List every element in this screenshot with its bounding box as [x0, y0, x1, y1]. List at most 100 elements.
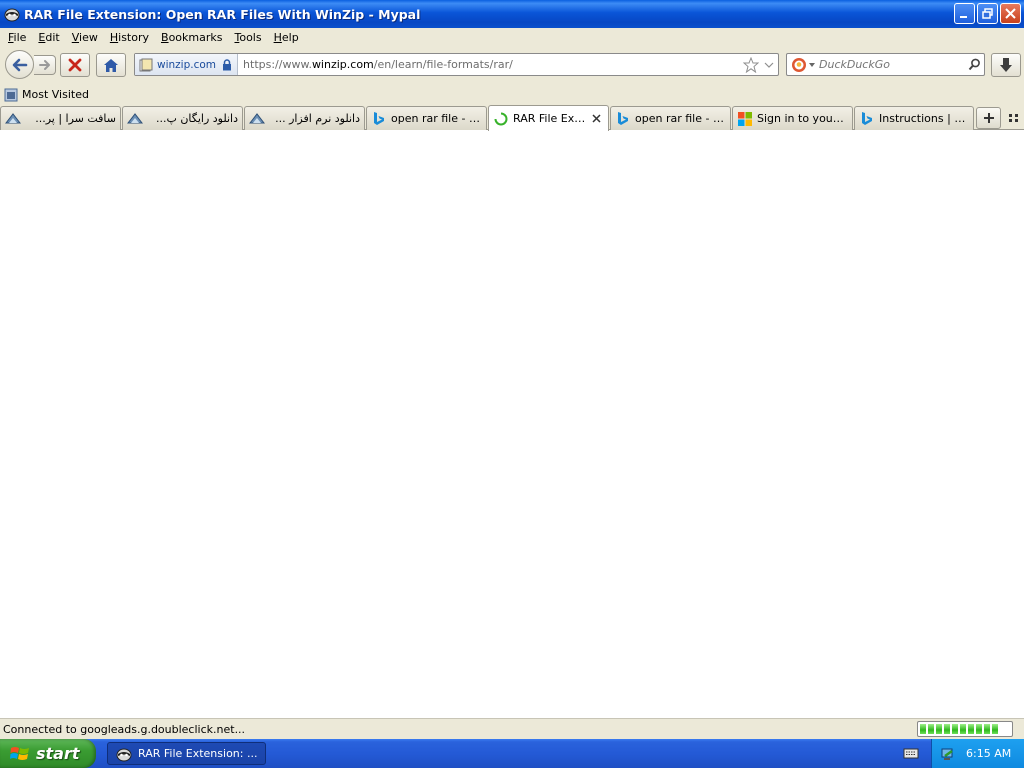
progress-block	[984, 724, 990, 734]
site-favicon	[5, 111, 21, 127]
progress-block	[944, 724, 950, 734]
close-window-button[interactable]	[1000, 3, 1021, 24]
progress-block	[968, 724, 974, 734]
window-controls	[954, 3, 1021, 24]
menu-bar: File Edit View History Bookmarks Tools H…	[0, 28, 1024, 46]
stop-button[interactable]	[60, 53, 90, 77]
site-favicon	[127, 111, 143, 127]
taskbar-window-button[interactable]: RAR File Extension: ...	[107, 742, 266, 765]
search-bar[interactable]	[786, 53, 985, 76]
page-favicon-icon	[139, 58, 153, 71]
status-bar: Connected to googleads.g.doubleclick.net…	[0, 718, 1024, 739]
tab-open-rar-search-1[interactable]: open rar file - Se...	[366, 106, 487, 130]
url-text[interactable]: https://www.winzip.com/en/learn/file-for…	[238, 58, 742, 71]
chevron-down-icon	[764, 62, 774, 68]
windows-logo-icon	[10, 746, 29, 760]
minimize-icon	[960, 16, 967, 18]
url-host: winzip.com	[311, 58, 374, 71]
progress-block	[976, 724, 982, 734]
progress-block	[936, 724, 942, 734]
forward-arrow-icon	[38, 60, 50, 70]
start-button[interactable]: start	[0, 739, 96, 768]
system-tray: 6:15 AM	[931, 739, 1024, 768]
bookmark-most-visited[interactable]: Most Visited	[4, 88, 89, 102]
navigation-toolbar: winzip.com https://www.winzip.com/en/lea…	[0, 46, 1024, 84]
menu-view[interactable]: View	[66, 31, 104, 44]
taskbar-window-label: RAR File Extension: ...	[138, 747, 258, 760]
tab-instructions[interactable]: Instructions | Ste...	[854, 106, 974, 130]
close-tab-button[interactable]	[592, 112, 604, 126]
tab-free-download[interactable]: دانلود رایگان پ...	[122, 106, 243, 130]
progress-block	[992, 724, 998, 734]
tab-sign-in-microsoft[interactable]: Sign in to your Mi...	[732, 106, 853, 130]
tab-label: Instructions | Ste...	[879, 112, 969, 125]
site-favicon	[249, 111, 265, 127]
bing-icon	[615, 111, 631, 127]
url-history-dropdown[interactable]	[760, 61, 778, 69]
windows-taskbar: start RAR File Extension: ... 6:15 AM	[0, 739, 1024, 768]
tab-label: سافت سرا | پر...	[35, 112, 116, 125]
bing-icon	[859, 111, 875, 127]
url-path: /en/learn/file-formats/rar/	[373, 58, 513, 71]
menu-history[interactable]: History	[104, 31, 155, 44]
window-titlebar[interactable]: RAR File Extension: Open RAR Files With …	[0, 0, 1024, 28]
new-tab-button[interactable]	[976, 107, 1001, 129]
menu-bookmarks[interactable]: Bookmarks	[155, 31, 228, 44]
grid-icon	[1009, 114, 1018, 122]
menu-help[interactable]: Help	[268, 31, 305, 44]
tab-rar-file-extension[interactable]: RAR File Exte...	[488, 105, 609, 131]
forward-button[interactable]	[34, 55, 56, 75]
menu-tools[interactable]: Tools	[228, 31, 267, 44]
close-icon	[592, 113, 601, 123]
tab-softsara[interactable]: سافت سرا | پر...	[0, 106, 121, 130]
tab-open-rar-search-2[interactable]: open rar file - Se...	[610, 106, 731, 130]
restore-button[interactable]	[977, 3, 998, 24]
search-engine-selector[interactable]	[787, 57, 819, 73]
home-button[interactable]	[96, 53, 126, 77]
search-go-button[interactable]	[964, 58, 984, 71]
tab-strip: سافت سرا | پر... دانلود رایگان پ... دانل…	[0, 105, 1024, 131]
tab-label: open rar file - Se...	[635, 112, 726, 125]
mypal-raccoon-icon	[4, 8, 20, 22]
mypal-raccoon-icon	[116, 748, 132, 761]
bookmark-folder-icon	[4, 88, 18, 101]
keyboard-language-icon[interactable]	[903, 746, 919, 760]
bookmarks-toolbar: Most Visited	[0, 84, 1024, 105]
tab-label: RAR File Exte...	[513, 112, 588, 125]
back-arrow-icon	[12, 58, 27, 71]
tab-label: Sign in to your Mi...	[757, 112, 848, 125]
identity-domain: winzip.com	[157, 58, 217, 71]
downloads-button[interactable]	[991, 53, 1021, 77]
search-input[interactable]	[819, 58, 964, 71]
page-content-area[interactable]	[0, 130, 1024, 718]
stop-x-icon	[68, 58, 82, 72]
status-text: Connected to googleads.g.doubleclick.net…	[3, 722, 246, 736]
url-bar[interactable]: winzip.com https://www.winzip.com/en/lea…	[134, 53, 779, 76]
bookmark-star-button[interactable]	[742, 56, 760, 73]
tab-software-download[interactable]: دانلود نرم افزار ...	[244, 106, 365, 130]
menu-edit[interactable]: Edit	[32, 31, 65, 44]
microsoft-icon	[737, 111, 753, 127]
lock-icon	[223, 58, 232, 70]
download-arrow-icon	[1000, 58, 1012, 72]
tab-label: دانلود رایگان پ...	[155, 112, 238, 125]
home-icon	[104, 58, 118, 72]
start-label: start	[36, 744, 80, 763]
system-clock[interactable]: 6:15 AM	[966, 747, 1011, 760]
all-tabs-button[interactable]	[1007, 111, 1021, 125]
bookmark-label: Most Visited	[22, 88, 89, 101]
network-icon[interactable]	[940, 746, 956, 762]
duckduckgo-icon	[792, 57, 806, 72]
minimize-button[interactable]	[954, 3, 975, 24]
engine-dropdown-icon	[809, 62, 815, 67]
bing-icon	[371, 111, 387, 127]
site-identity-button[interactable]: winzip.com	[135, 54, 239, 75]
loading-spinner-icon	[493, 111, 509, 127]
star-icon	[743, 56, 759, 73]
url-prefix: https://www.	[243, 58, 312, 71]
back-button[interactable]	[5, 50, 34, 79]
tab-label: دانلود نرم افزار ...	[275, 112, 360, 125]
restore-icon	[982, 8, 993, 19]
page-load-progress	[917, 721, 1013, 737]
menu-file[interactable]: File	[2, 31, 32, 44]
